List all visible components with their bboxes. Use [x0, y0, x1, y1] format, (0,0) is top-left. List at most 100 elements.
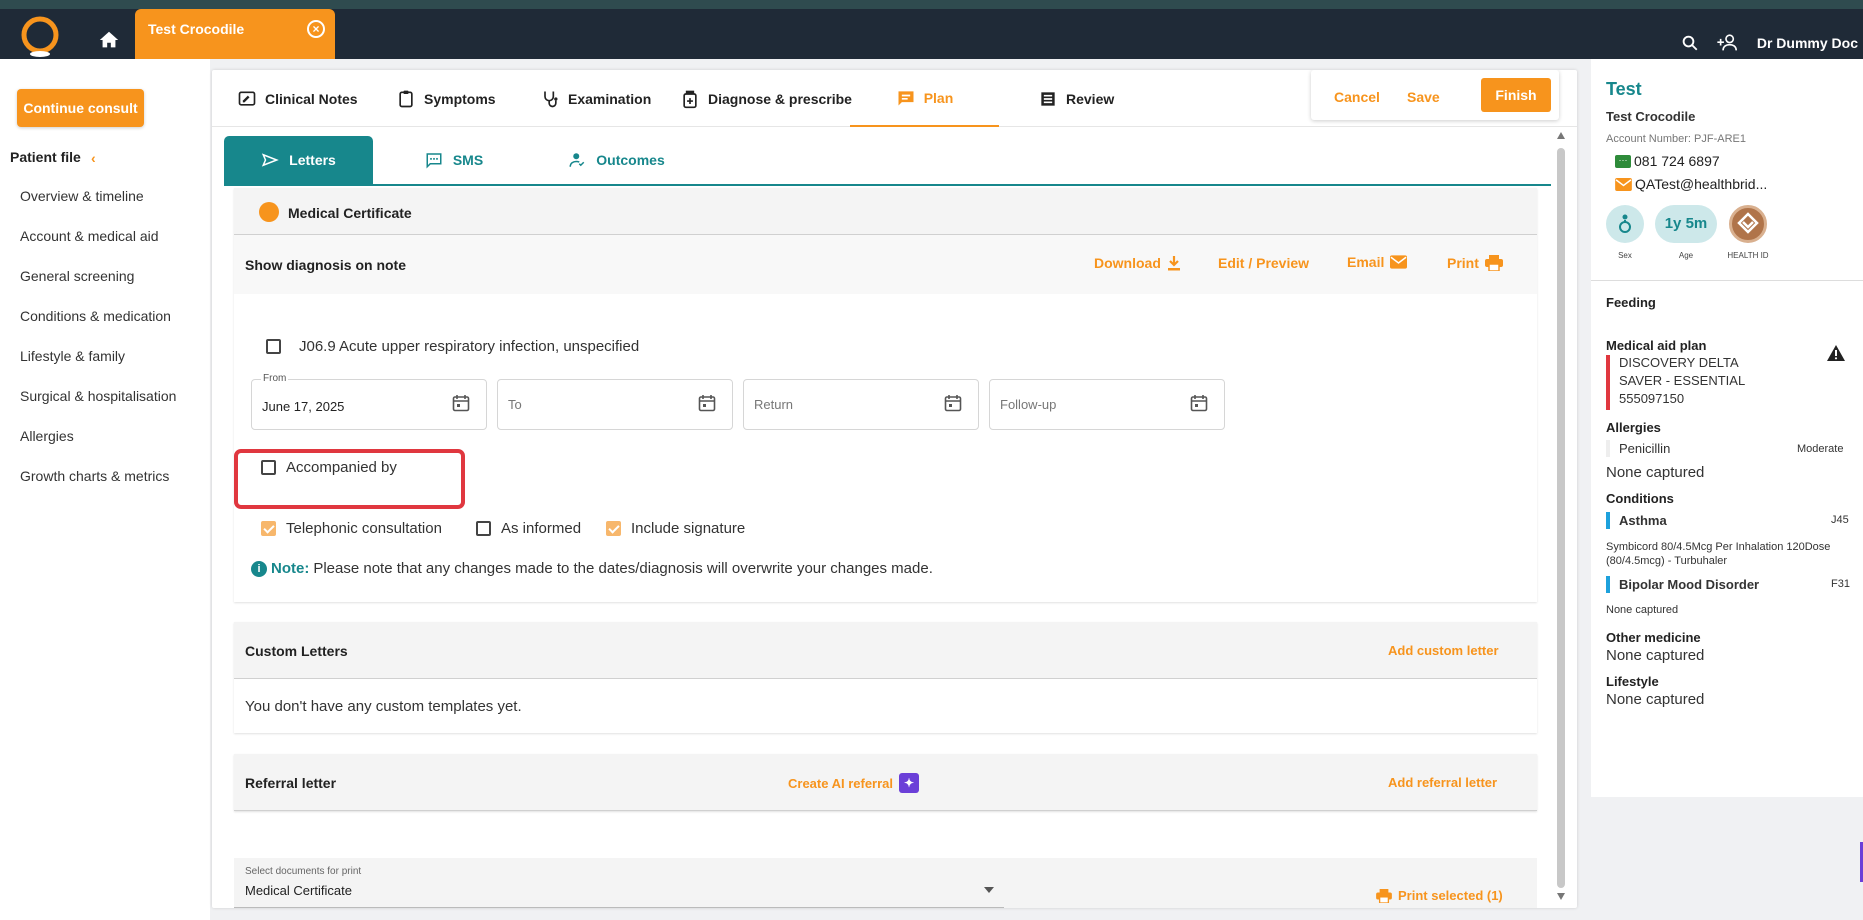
notes-icon	[238, 91, 256, 106]
close-icon[interactable]: ×	[307, 20, 325, 38]
include-signature-row[interactable]: Include signature	[606, 520, 745, 537]
doctor-name[interactable]: Dr Dummy Doc	[1757, 35, 1858, 51]
sidebar-item-account[interactable]: Account & medical aid	[20, 228, 176, 268]
from-date-value: June 17, 2025	[262, 399, 345, 414]
show-diagnosis-label[interactable]: Show diagnosis on note	[245, 257, 406, 273]
tab-clinical-notes[interactable]: Clinical Notes	[237, 70, 358, 127]
ai-sparkle-icon: ✦	[899, 773, 920, 793]
patient-email[interactable]: QATest@healthbrid...	[1615, 176, 1767, 192]
other-medicine-title: Other medicine	[1606, 630, 1701, 645]
as-informed-row[interactable]: As informed	[476, 520, 581, 537]
dropdown-arrow-icon[interactable]	[984, 887, 994, 893]
email-button[interactable]: Email	[1347, 254, 1408, 270]
add-user-icon[interactable]	[1717, 34, 1739, 52]
main-scrollbar[interactable]	[1557, 132, 1565, 900]
sidebar: Continue consult Patient file ‹ Overview…	[0, 59, 210, 920]
tab-review[interactable]: Review	[1038, 70, 1114, 127]
print-selected-button[interactable]: Print selected (1)	[1376, 888, 1503, 903]
scroll-thumb[interactable]	[1557, 148, 1565, 888]
medical-aid-bar	[1606, 355, 1610, 410]
patient-phone[interactable]: ··· 081 724 6897	[1615, 153, 1720, 169]
age-badge: 1y 5m	[1655, 205, 1717, 243]
tab-examination-label: Examination	[568, 90, 652, 107]
to-date-field[interactable]: To	[497, 379, 733, 430]
condition-asthma[interactable]: Asthma	[1619, 513, 1667, 528]
tab-examination[interactable]: Examination	[540, 70, 651, 127]
warning-icon[interactable]	[1827, 345, 1845, 361]
telephonic-row[interactable]: Telephonic consultation	[261, 520, 442, 537]
tab-outcomes[interactable]: Outcomes	[549, 136, 684, 184]
medical-aid-title: Medical aid plan	[1606, 338, 1707, 353]
calendar-icon[interactable]	[1190, 394, 1208, 412]
patient-phone-value: 081 724 6897	[1634, 153, 1720, 169]
sidebar-item-allergies[interactable]: Allergies	[20, 428, 176, 468]
male-child-icon	[1619, 214, 1631, 233]
home-icon[interactable]	[98, 29, 120, 51]
to-date-placeholder: To	[508, 397, 522, 412]
from-date-label: From	[261, 373, 289, 384]
medical-aid-line1: DISCOVERY DELTA	[1619, 355, 1739, 370]
return-date-field[interactable]: Return	[743, 379, 979, 430]
sidebar-list: Overview & timeline Account & medical ai…	[20, 188, 176, 508]
medical-certificate-card: Medical Certificate Show diagnosis on no…	[234, 188, 1537, 602]
referral-header: Referral letter Create AI referral ✦ Add…	[234, 754, 1537, 811]
finish-button[interactable]: Finish	[1481, 78, 1551, 112]
sidebar-item-conditions[interactable]: Conditions & medication	[20, 308, 176, 348]
main-panel: Clinical Notes Symptoms Examination Diag…	[212, 70, 1577, 908]
feeding-title: Feeding	[1606, 295, 1656, 310]
right-bottom-area	[1591, 797, 1863, 920]
phone-sms-icon: ···	[1615, 154, 1631, 168]
tab-diagnose[interactable]: Diagnose & prescribe	[680, 70, 852, 127]
search-icon[interactable]	[1681, 34, 1699, 52]
sms-icon	[426, 153, 442, 169]
create-ai-referral-button[interactable]: Create AI referral ✦	[788, 773, 920, 793]
download-label: Download	[1094, 255, 1161, 271]
tab-sms[interactable]: SMS	[404, 136, 504, 184]
scroll-down-icon[interactable]	[1557, 893, 1565, 900]
diagnosis-checkbox-row[interactable]: J06.9 Acute upper respiratory infection,…	[266, 338, 639, 355]
tab-plan[interactable]: Plan	[850, 70, 999, 127]
lifestyle-title: Lifestyle	[1606, 674, 1659, 689]
diagnosis-checkbox[interactable]	[266, 339, 281, 354]
tab-letters[interactable]: Letters	[224, 136, 373, 184]
edit-preview-button[interactable]: Edit / Preview	[1218, 255, 1309, 271]
followup-date-field[interactable]: Follow-up	[989, 379, 1225, 430]
download-icon	[1167, 256, 1180, 271]
patient-tab[interactable]: Test Crocodile ×	[135, 9, 335, 59]
patient-full-name: Test Crocodile	[1606, 109, 1696, 124]
health-id-label: HEALTH ID	[1727, 251, 1769, 260]
info-icon: i	[251, 560, 267, 577]
condition-bipolar[interactable]: Bipolar Mood Disorder	[1619, 577, 1759, 592]
tab-symptoms[interactable]: Symptoms	[396, 70, 496, 127]
medical-aid-number: 555097150	[1619, 391, 1685, 406]
sidebar-item-surgical[interactable]: Surgical & hospitalisation	[20, 388, 176, 428]
include-signature-checkbox[interactable]	[606, 521, 621, 536]
health-id-icon[interactable]	[1729, 205, 1767, 243]
from-date-field[interactable]: From June 17, 2025	[251, 373, 487, 430]
telephonic-checkbox[interactable]	[261, 521, 276, 536]
cancel-button[interactable]: Cancel	[1334, 80, 1380, 114]
calendar-icon[interactable]	[452, 394, 470, 412]
certificate-status-dot	[259, 202, 279, 222]
download-button[interactable]: Download	[1094, 255, 1181, 271]
custom-letters-card: Custom Letters Add custom letter You don…	[234, 622, 1537, 733]
return-date-placeholder: Return	[754, 397, 794, 412]
add-referral-letter-button[interactable]: Add referral letter	[1388, 775, 1497, 790]
calendar-icon[interactable]	[698, 394, 716, 412]
sidebar-item-lifestyle[interactable]: Lifestyle & family	[20, 348, 176, 388]
bipolar-medication: None captured	[1606, 604, 1679, 616]
add-custom-letter-button[interactable]: Add custom letter	[1388, 643, 1499, 658]
save-button[interactable]: Save	[1407, 80, 1440, 114]
scroll-up-icon[interactable]	[1557, 132, 1565, 139]
as-informed-checkbox[interactable]	[476, 521, 491, 536]
app-logo-icon[interactable]	[18, 15, 62, 59]
calendar-icon[interactable]	[944, 394, 962, 412]
collapse-chevron-icon[interactable]: ‹	[91, 150, 96, 166]
print-select-value: Medical Certificate	[245, 883, 352, 898]
sidebar-item-overview[interactable]: Overview & timeline	[20, 188, 176, 228]
sidebar-item-growth[interactable]: Growth charts & metrics	[20, 468, 176, 508]
print-documents-select[interactable]: Select documents for print Medical Certi…	[234, 858, 1004, 908]
continue-consult-button[interactable]: Continue consult	[17, 89, 144, 127]
print-button[interactable]: Print	[1447, 255, 1503, 271]
sidebar-item-screening[interactable]: General screening	[20, 268, 176, 308]
